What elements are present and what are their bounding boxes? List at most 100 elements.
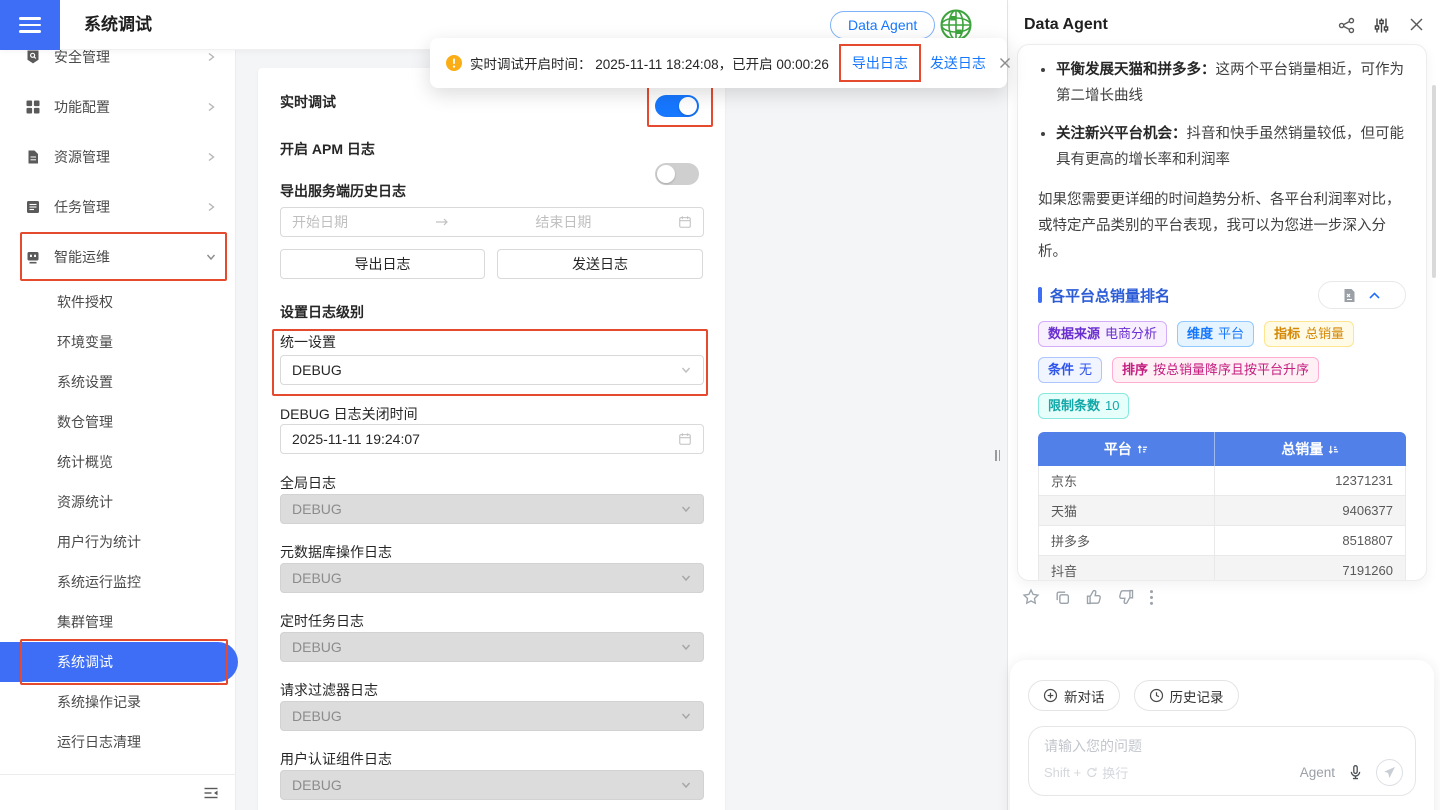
sidebar-group-resource-management[interactable]: 资源管理 <box>0 132 235 182</box>
agent-panel-title: Data Agent <box>1024 0 1108 50</box>
send-button[interactable] <box>1376 759 1403 786</box>
unified-setting-select[interactable]: DEBUG <box>280 355 704 385</box>
sidebar-group-intelligent-ops[interactable]: 智能运维 <box>0 232 235 282</box>
history-button[interactable]: 历史记录 <box>1134 680 1239 711</box>
favorite-star-icon[interactable] <box>1022 588 1040 606</box>
export-history-label: 导出服务端历史日志 <box>280 181 406 201</box>
chevron-down-icon <box>680 779 692 791</box>
sidebar-item-stats-overview[interactable]: 统计概览 <box>0 442 235 482</box>
tag-dimension: 维度平台 <box>1177 321 1254 347</box>
sidebar-item-resource-stats[interactable]: 资源统计 <box>0 482 235 522</box>
page-title: 系统调试 <box>84 0 152 50</box>
chevron-up-icon <box>1368 289 1381 302</box>
apm-log-toggle[interactable] <box>655 163 699 185</box>
auth-component-log-select: DEBUG <box>280 770 704 800</box>
log-level-section-label: 设置日志级别 <box>280 302 364 322</box>
calendar-icon <box>678 432 692 446</box>
insight-item: 平衡发展天猫和拼多多：这两个平台销量相近，可作为第二增长曲线 <box>1056 57 1406 109</box>
microphone-icon[interactable] <box>1347 764 1364 781</box>
chevron-right-icon <box>205 101 217 113</box>
cron-log-label: 定时任务日志 <box>280 611 364 631</box>
sidebar-group-feature-config[interactable]: 功能配置 <box>0 82 235 132</box>
start-date-placeholder: 开始日期 <box>292 212 348 232</box>
global-log-label: 全局日志 <box>280 473 336 493</box>
range-arrow-icon <box>435 217 449 227</box>
thumbs-down-icon[interactable] <box>1117 588 1135 606</box>
chevron-down-icon <box>680 641 692 653</box>
platform-sales-table: 平台 总销量 京东12371231 天猫9406377 拼多多8518807 抖… <box>1038 432 1406 581</box>
chevron-right-icon <box>205 201 217 213</box>
sidebar-item-system-operation-log[interactable]: 系统操作记录 <box>0 682 235 722</box>
chevron-right-icon <box>205 51 217 63</box>
chat-input[interactable] <box>1044 738 1400 754</box>
sliders-icon[interactable] <box>1373 17 1390 34</box>
calendar-icon <box>678 215 692 229</box>
toast-export-log-link[interactable]: 导出日志 <box>852 55 908 71</box>
toast-close-icon[interactable] <box>999 57 1011 69</box>
sort-desc-icon <box>1328 444 1339 455</box>
new-chat-button[interactable]: 新对话 <box>1028 680 1120 711</box>
grid-icon <box>25 99 41 115</box>
insight-list: 平衡发展天猫和拼多多：这两个平台销量相近，可作为第二增长曲线 关注新兴平台机会：… <box>1038 57 1406 173</box>
copy-icon[interactable] <box>1054 589 1071 606</box>
sidebar-item-runtime-log-cleanup[interactable]: 运行日志清理 <box>0 722 235 762</box>
annotation-export-log: 导出日志 <box>839 44 921 82</box>
thumbs-up-icon[interactable] <box>1085 588 1103 606</box>
apm-log-label: 开启 APM 日志 <box>280 139 375 159</box>
export-log-button[interactable]: 导出日志 <box>280 249 485 279</box>
sidebar-item-system-settings[interactable]: 系统设置 <box>0 362 235 402</box>
request-filter-log-select: DEBUG <box>280 701 704 731</box>
sidebar-footer <box>0 774 235 810</box>
chat-input-box: Shift + 换行 Agent <box>1028 726 1416 796</box>
warning-icon <box>446 55 462 71</box>
sidebar-item-cluster-management[interactable]: 集群管理 <box>0 602 235 642</box>
debug-close-time-label: DEBUG 日志关闭时间 <box>280 404 418 424</box>
toast-send-log-link[interactable]: 发送日志 <box>930 53 986 73</box>
table-header-total-sales[interactable]: 总销量 <box>1215 432 1406 466</box>
request-filter-log-label: 请求过滤器日志 <box>280 680 378 700</box>
sidebar-item-env-vars[interactable]: 环境变量 <box>0 322 235 362</box>
sidebar-group-task-management[interactable]: 任务管理 <box>0 182 235 232</box>
table-row: 天猫9406377 <box>1038 496 1406 526</box>
file-icon <box>25 149 41 165</box>
hamburger-menu-button[interactable] <box>0 0 60 50</box>
chat-input-card: 新对话 历史记录 Shift + 换行 Agent <box>1010 660 1434 810</box>
date-range-input[interactable]: 开始日期 结束日期 <box>280 207 704 237</box>
sidebar-item-user-behavior-stats[interactable]: 用户行为统计 <box>0 522 235 562</box>
panel-scrollbar[interactable] <box>1432 85 1436 278</box>
ranking-section-title: 各平台总销量排名 <box>1050 285 1318 306</box>
global-log-select: DEBUG <box>280 494 704 524</box>
chevron-down-icon <box>680 364 692 376</box>
data-agent-toggle-button[interactable]: Data Agent <box>830 11 935 39</box>
message-actions <box>1022 588 1154 606</box>
sidebar: 安全管理 功能配置 资源管理 任务管理 <box>0 50 236 810</box>
export-file-icon <box>1343 288 1356 303</box>
table-row: 抖音7191260 <box>1038 556 1406 581</box>
clock-icon <box>1149 688 1164 703</box>
debug-settings-card: 实时调试 开启 APM 日志 导出服务端历史日志 开始日期 结束日期 导出日志 … <box>258 68 725 810</box>
more-options-icon[interactable] <box>1149 589 1154 606</box>
auth-component-log-label: 用户认证组件日志 <box>280 749 392 769</box>
tag-condition: 条件无 <box>1038 357 1102 383</box>
close-panel-icon[interactable] <box>1409 17 1424 32</box>
send-log-button[interactable]: 发送日志 <box>497 249 703 279</box>
chevron-right-icon <box>205 151 217 163</box>
realtime-debug-toggle[interactable] <box>655 95 699 117</box>
realtime-debug-label: 实时调试 <box>280 92 336 112</box>
tag-limit: 限制条数10 <box>1038 393 1129 419</box>
debug-close-time-input[interactable]: 2025-11-11 19:24:07 <box>280 424 704 454</box>
table-header-platform[interactable]: 平台 <box>1038 432 1215 466</box>
section-toolbar[interactable] <box>1318 281 1406 309</box>
menu-fold-icon[interactable] <box>203 785 219 801</box>
panel-resize-handle[interactable] <box>995 450 1000 461</box>
table-row: 拼多多8518807 <box>1038 526 1406 556</box>
sidebar-item-system-debug[interactable]: 系统调试 <box>0 642 238 682</box>
query-tags: 数据来源电商分析 维度平台 指标总销量 条件无 排序按总销量降序且按平台升序 限… <box>1038 321 1406 419</box>
sidebar-item-software-license[interactable]: 软件授权 <box>0 282 235 322</box>
table-row: 京东12371231 <box>1038 466 1406 496</box>
sidebar-item-system-monitor[interactable]: 系统运行监控 <box>0 562 235 602</box>
sidebar-item-data-warehouse[interactable]: 数仓管理 <box>0 402 235 442</box>
share-icon[interactable] <box>1338 17 1355 34</box>
list-icon <box>25 199 41 215</box>
debug-toast: 实时调试开启时间： 2025-11-11 18:24:08，已开启 00:00:… <box>430 38 1007 88</box>
